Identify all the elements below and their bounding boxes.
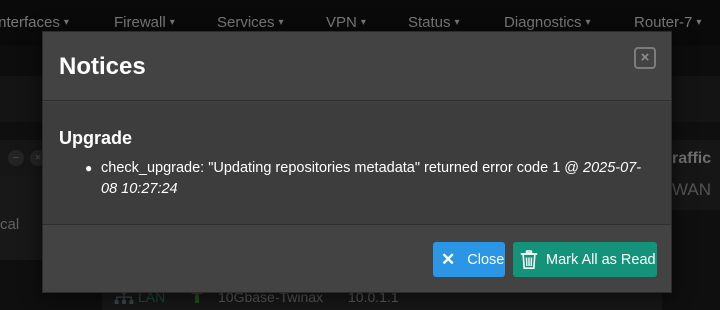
close-button[interactable]: ✕ Close bbox=[433, 242, 505, 277]
modal-body: Upgrade ● check_upgrade: "Updating repos… bbox=[43, 102, 671, 224]
bullet-icon: ● bbox=[85, 161, 93, 175]
notices-modal: Notices × Upgrade ● check_upgrade: "Upda… bbox=[42, 31, 672, 293]
notice-message-text: check_upgrade: "Updating repositories me… bbox=[101, 160, 584, 176]
notice-section-title: Upgrade bbox=[59, 128, 133, 148]
close-icon: ✕ bbox=[441, 249, 456, 269]
close-button-label: Close bbox=[467, 251, 505, 268]
notice-message: check_upgrade: "Updating repositories me… bbox=[101, 158, 651, 200]
modal-header: Notices × bbox=[43, 32, 671, 101]
modal-close-icon[interactable]: × bbox=[634, 47, 656, 69]
modal-footer: ✕ Close Mark All as Read bbox=[43, 224, 671, 292]
mark-all-read-button[interactable]: Mark All as Read bbox=[513, 242, 657, 277]
modal-title: Notices bbox=[59, 53, 146, 80]
mark-all-read-label: Mark All as Read bbox=[546, 251, 656, 268]
trash-icon bbox=[520, 249, 538, 270]
